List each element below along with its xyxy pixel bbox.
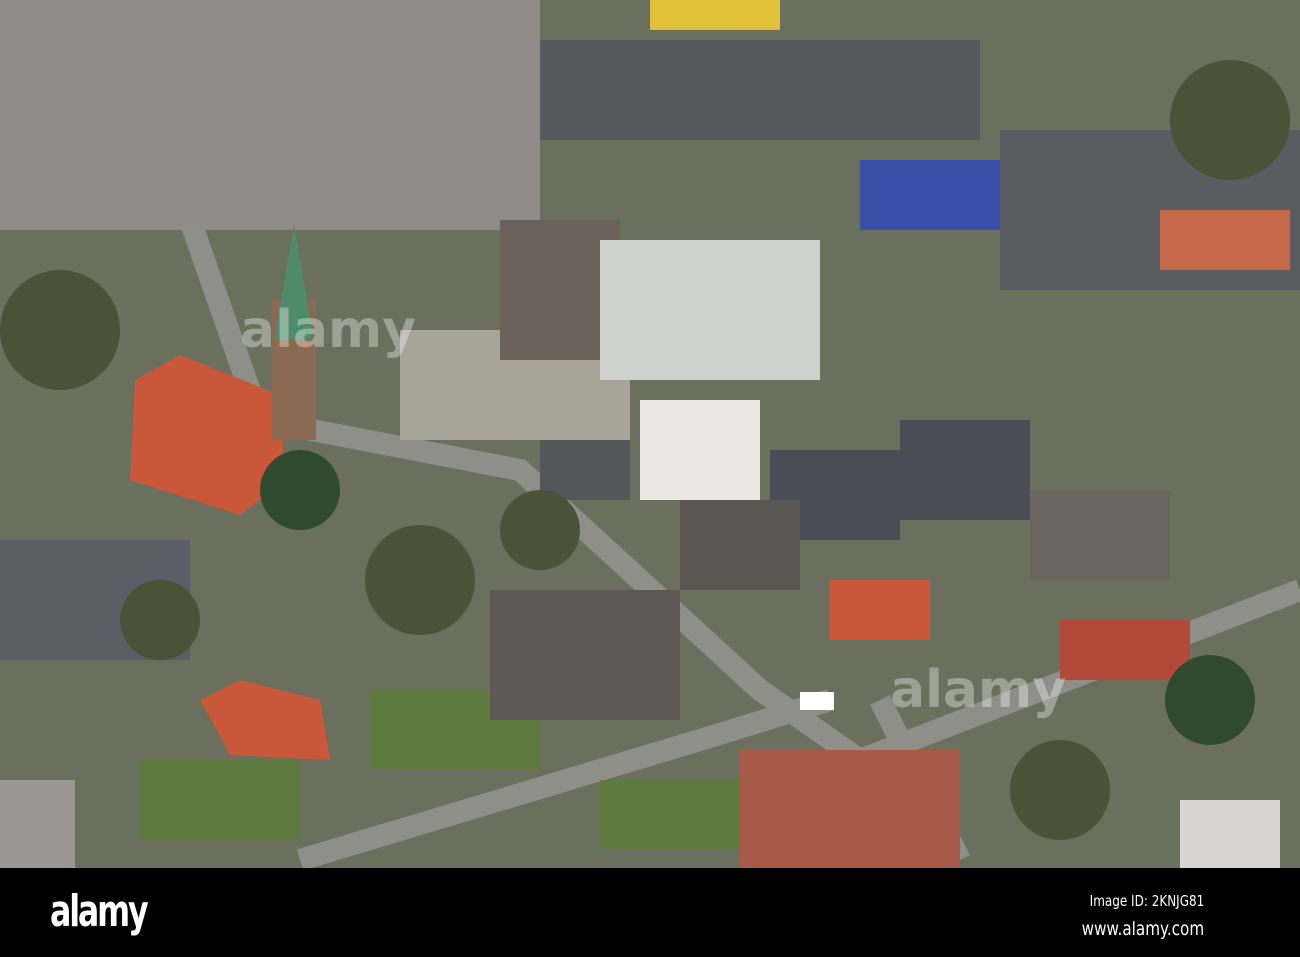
aerial-photo: alamy alamy bbox=[0, 0, 1300, 871]
stock-banner: alamy Image ID: 2KNJG81 www.alamy.com bbox=[0, 868, 1300, 957]
site-url: www.alamy.com bbox=[1081, 918, 1204, 940]
alamy-logo: alamy bbox=[50, 886, 149, 937]
aerial-scene bbox=[0, 0, 1300, 871]
white-van bbox=[800, 692, 834, 710]
image-id: Image ID: 2KNJG81 bbox=[1089, 892, 1204, 910]
